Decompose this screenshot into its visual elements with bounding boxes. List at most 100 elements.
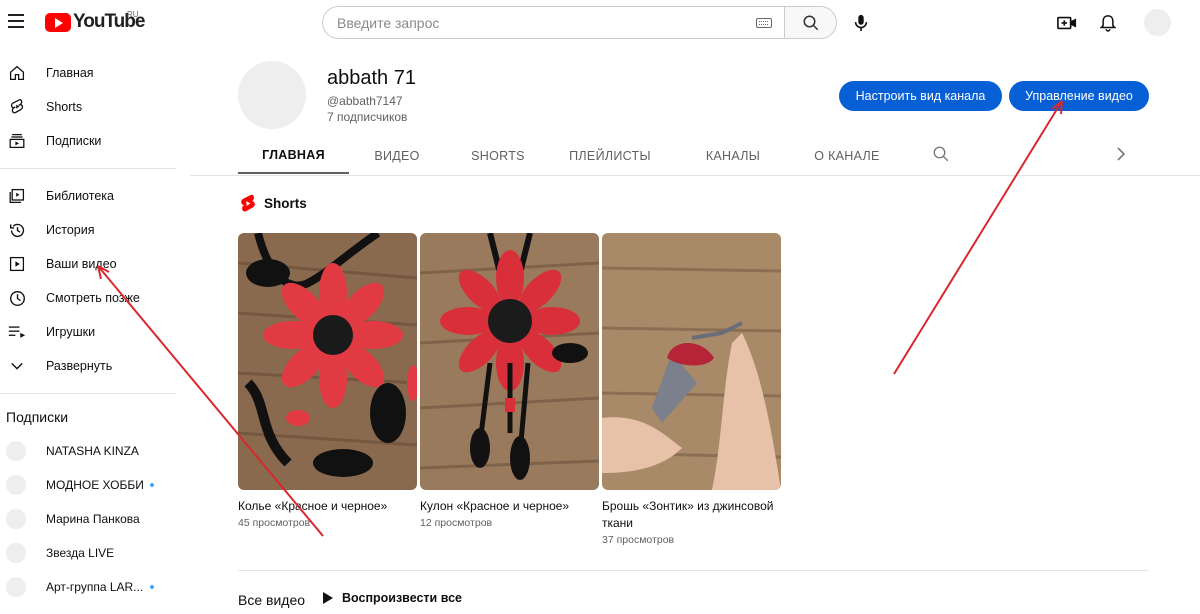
youtube-play-icon bbox=[45, 12, 71, 32]
sidebar-item-library[interactable]: Библиотека bbox=[0, 179, 176, 213]
short-title[interactable]: Колье «Красное и черное» bbox=[238, 498, 417, 515]
play-all-label: Воспроизвести все bbox=[342, 591, 462, 605]
sidebar-item-label: Библиотека bbox=[46, 189, 114, 203]
chevron-right-icon bbox=[1117, 147, 1126, 161]
watch-later-icon bbox=[8, 289, 26, 307]
subscriptions-icon bbox=[8, 132, 26, 150]
history-icon bbox=[8, 221, 26, 239]
sidebar-item-shorts[interactable]: Shorts bbox=[0, 90, 176, 124]
shorts-logo-icon bbox=[241, 194, 255, 212]
channel-name: abbath 71 bbox=[327, 67, 416, 89]
playlist-icon bbox=[8, 323, 26, 341]
channel-search-button[interactable] bbox=[932, 145, 954, 167]
short-views: 45 просмотров bbox=[238, 517, 311, 529]
logo-region: RU bbox=[127, 10, 139, 19]
create-video-icon bbox=[1057, 16, 1077, 30]
keyboard-icon[interactable] bbox=[756, 18, 772, 28]
customize-channel-button[interactable]: Настроить вид канала bbox=[839, 81, 1002, 111]
sidebar-divider bbox=[0, 168, 176, 169]
sidebar-item-playlist-toys[interactable]: Игрушки bbox=[0, 315, 176, 349]
tab-home[interactable]: ГЛАВНАЯ bbox=[238, 137, 349, 174]
bell-icon bbox=[1100, 15, 1116, 32]
voice-search-button[interactable] bbox=[844, 6, 877, 39]
shorts-heading-label: Shorts bbox=[264, 196, 307, 211]
sidebar-item-label: История bbox=[46, 223, 95, 237]
channel-avatar bbox=[6, 509, 26, 529]
search-button[interactable] bbox=[784, 6, 837, 39]
subscription-item[interactable]: NATASHA KINZA bbox=[0, 434, 176, 468]
new-content-dot bbox=[150, 585, 154, 589]
brooch-thumbnail-image bbox=[602, 233, 781, 490]
sidebar-item-subscriptions[interactable]: Подписки bbox=[0, 124, 176, 158]
mic-icon bbox=[854, 14, 867, 31]
search-icon bbox=[933, 146, 949, 162]
channel-avatar bbox=[6, 577, 26, 597]
notifications-button[interactable] bbox=[1095, 10, 1121, 36]
sidebar: Главная Shorts Подписки Библиотека Истор… bbox=[0, 56, 176, 604]
channel-handle: @abbath7147 bbox=[327, 94, 403, 108]
sidebar-item-label: Главная bbox=[46, 66, 94, 80]
short-title[interactable]: Кулон «Красное и черное» bbox=[420, 498, 599, 515]
sidebar-item-label: Ваши видео bbox=[46, 257, 117, 271]
channel-avatar bbox=[6, 441, 26, 461]
subscriptions-heading: Подписки bbox=[6, 409, 69, 425]
menu-icon[interactable] bbox=[8, 14, 24, 28]
account-avatar[interactable] bbox=[1144, 9, 1171, 36]
home-icon bbox=[8, 64, 26, 82]
subscription-item[interactable]: Арт-группа LAR... bbox=[0, 570, 176, 604]
channel-avatar-large[interactable] bbox=[238, 61, 306, 129]
subscriber-count: 7 подписчиков bbox=[327, 110, 408, 124]
short-thumbnail[interactable] bbox=[238, 233, 417, 490]
sidebar-item-watch-later[interactable]: Смотреть позже bbox=[0, 281, 176, 315]
new-content-dot bbox=[150, 483, 154, 487]
top-bar: YouTube RU bbox=[0, 0, 1200, 46]
tab-about[interactable]: О КАНАЛЕ bbox=[806, 137, 888, 174]
sidebar-item-label: Игрушки bbox=[46, 325, 96, 339]
necklace-thumbnail-image bbox=[238, 233, 417, 490]
manage-videos-button[interactable]: Управление видео bbox=[1009, 81, 1149, 111]
sidebar-item-label: Смотреть позже bbox=[46, 291, 140, 305]
sidebar-item-label: Shorts bbox=[46, 100, 83, 114]
play-icon bbox=[323, 592, 333, 604]
subscription-item[interactable]: МОДНОЕ ХОББИ bbox=[0, 468, 176, 502]
sidebar-item-expand[interactable]: Развернуть bbox=[0, 349, 176, 383]
pendant-thumbnail-image bbox=[420, 233, 599, 490]
tab-playlists[interactable]: ПЛЕЙЛИСТЫ bbox=[564, 137, 656, 174]
tab-channels[interactable]: КАНАЛЫ bbox=[698, 137, 768, 174]
chevron-down-icon bbox=[8, 357, 26, 375]
tab-shorts[interactable]: SHORTS bbox=[460, 137, 536, 174]
sidebar-item-home[interactable]: Главная bbox=[0, 56, 176, 90]
subscription-label: Марина Панкова bbox=[46, 512, 140, 526]
shorts-icon bbox=[8, 98, 26, 116]
subscription-label: Звезда LIVE bbox=[46, 546, 115, 560]
short-card[interactable]: Брошь «Зонтик» из джинсовой ткани 37 про… bbox=[602, 233, 781, 546]
short-thumbnail[interactable] bbox=[420, 233, 599, 490]
search-icon bbox=[803, 15, 818, 30]
subscription-label: Арт-группа LAR... bbox=[46, 580, 144, 594]
tabs-next-button[interactable] bbox=[1114, 146, 1134, 166]
short-card[interactable]: Кулон «Красное и черное» 12 просмотров bbox=[420, 233, 599, 529]
short-views: 37 просмотров bbox=[602, 534, 675, 546]
search-input[interactable] bbox=[337, 14, 737, 31]
subscription-item[interactable]: Звезда LIVE bbox=[0, 536, 176, 570]
short-title[interactable]: Брошь «Зонтик» из джинсовой ткани bbox=[602, 498, 781, 532]
all-videos-heading: Все видео bbox=[238, 592, 306, 608]
short-card[interactable]: Колье «Красное и черное» 45 просмотров bbox=[238, 233, 417, 529]
play-all-button[interactable]: Воспроизвести все bbox=[322, 591, 462, 605]
sidebar-item-label: Развернуть bbox=[46, 359, 113, 373]
tab-videos[interactable]: ВИДЕО bbox=[358, 137, 436, 174]
channel-avatar bbox=[6, 543, 26, 563]
channel-tabs: ГЛАВНАЯ ВИДЕО SHORTS ПЛЕЙЛИСТЫ КАНАЛЫ О … bbox=[238, 137, 1148, 175]
sidebar-item-history[interactable]: История bbox=[0, 213, 176, 247]
sidebar-item-your-videos[interactable]: Ваши видео bbox=[0, 247, 176, 281]
search-box bbox=[322, 6, 784, 39]
short-thumbnail[interactable] bbox=[602, 233, 781, 490]
tabs-divider bbox=[190, 175, 1200, 176]
library-icon bbox=[8, 187, 26, 205]
create-button[interactable] bbox=[1054, 10, 1080, 36]
short-views: 12 просмотров bbox=[420, 517, 493, 529]
shelf-divider bbox=[238, 570, 1148, 571]
channel-avatar bbox=[6, 475, 26, 495]
subscription-item[interactable]: Марина Панкова bbox=[0, 502, 176, 536]
sidebar-item-label: Подписки bbox=[46, 134, 102, 148]
